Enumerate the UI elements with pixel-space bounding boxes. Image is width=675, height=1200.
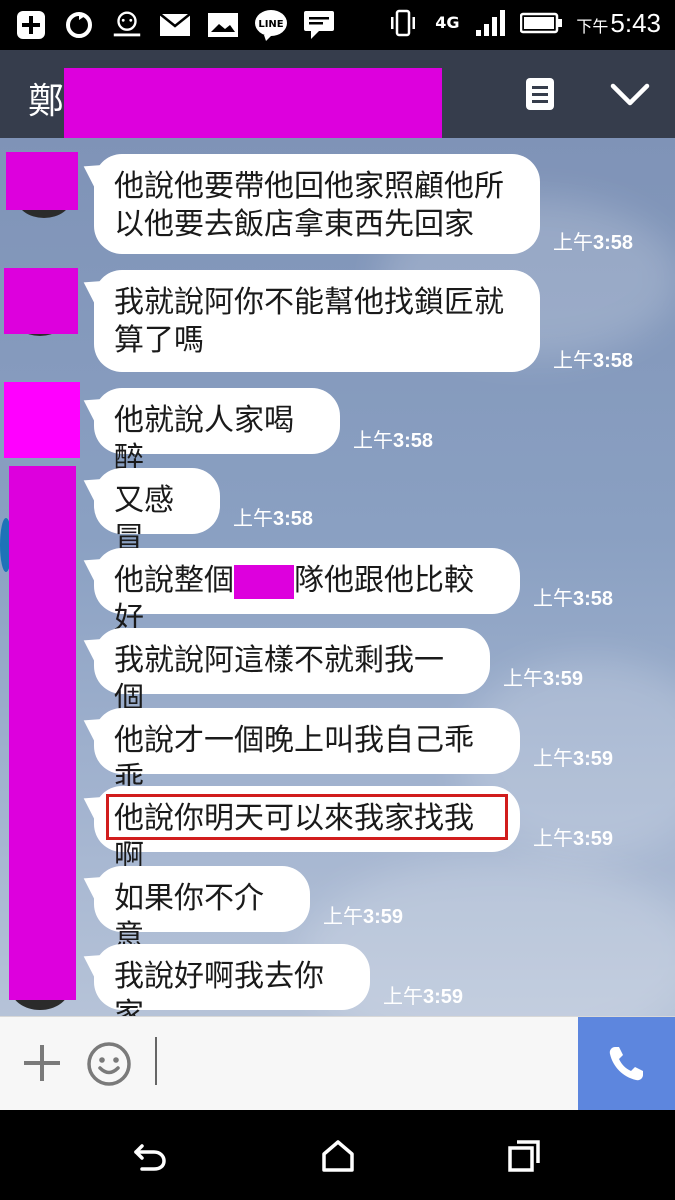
message-text-line: 我就說阿這樣不就剩我一個 [114,643,444,716]
text-input-caret[interactable] [155,1037,157,1085]
message-text-line: 我就說阿你不能幫他找鎖匠就 [114,285,504,320]
message-time: 上午3:58 [353,430,434,452]
avatar [4,382,80,458]
chat-title: 鄭 [28,81,65,122]
message-bubble[interactable]: 他就說人家喝醉 [94,388,340,476]
home-icon[interactable] [320,1138,356,1174]
system-icons: 4G 下午5:43 [386,6,661,40]
message-text-line: 他說他要帶他回他家照顧他所 [114,169,504,204]
message-text-line: 他就說人家喝醉 [114,403,294,476]
clock-period: 下午 [576,16,609,36]
vibrate-icon [386,6,420,40]
chat-icon [302,8,336,42]
message-time: 上午3:59 [503,668,584,690]
plus-icon [14,8,48,42]
message-bubble[interactable]: 他說他要帶他回他家照顧他所 以他要去飯店拿東西先回家 [94,154,540,254]
svg-text:LINE: LINE [258,19,283,30]
message-text-line: 又感冒 [114,483,174,556]
back-icon[interactable] [132,1138,168,1174]
message-time: 上午3:59 [533,828,614,850]
message-bubble[interactable]: 如果你不介意 [94,866,310,954]
message-bubble[interactable]: 我就說阿這樣不就剩我一個 [94,628,490,716]
sync-icon [62,8,96,42]
gomaji-icon [110,8,144,42]
chevron-down-icon[interactable] [610,80,650,110]
emoji-icon[interactable] [86,1041,132,1087]
message-time: 上午3:58 [553,350,634,372]
message-input-bar [0,1016,675,1111]
message-bubble[interactable]: 他說整個 隊他跟他比較好 [94,548,520,636]
message-bubble[interactable]: 我說好啊我去你家 [94,944,370,1016]
highlight-box [106,794,508,840]
avatar [6,152,78,210]
avatar [9,466,76,1000]
message-text-line: 我說好啊我去你家 [114,959,324,1016]
call-button[interactable] [578,1017,675,1111]
message-time: 上午3:59 [533,748,614,770]
battery-icon [520,6,564,40]
line-icon: LINE [254,8,288,42]
recent-apps-icon[interactable] [506,1138,542,1174]
status-bar: LINE 4G 下午5:43 [0,0,675,50]
notification-icons: LINE [14,8,336,42]
signal-icon [474,6,508,40]
menu-icon[interactable] [522,76,558,112]
message-bubble[interactable]: 我就說阿你不能幫他找鎖匠就 算了嗎 [94,270,540,372]
message-text-line: 以他要去飯店拿東西先回家 [114,207,474,242]
phone-icon [606,1044,646,1084]
plus-icon[interactable] [22,1043,62,1083]
message-text-line: 他說整個 隊他跟他比較好 [114,563,474,636]
message-time: 上午3:59 [323,906,404,928]
message-time: 上午3:59 [383,986,464,1008]
message-time: 上午3:58 [553,232,634,254]
message-bubble-highlighted[interactable]: 他說你明天可以來我家找我啊 [94,786,520,874]
message-bubble[interactable]: 他說才一個晚上叫我自己乖乖 [94,708,520,796]
mail-icon [158,8,192,42]
navigation-bar [0,1110,675,1200]
chat-area[interactable]: 他說他要帶他回他家照顧他所 以他要去飯店拿東西先回家 上午3:58 我就說阿你不… [0,138,675,1016]
clock-time: 5:43 [610,7,661,38]
message-bubble[interactable]: 又感冒 [94,468,220,556]
image-icon [206,8,240,42]
message-time: 上午3:58 [233,508,314,530]
chat-header: 鄭 [0,50,675,156]
network-type: 4G [435,13,460,32]
message-time: 上午3:58 [533,588,614,610]
message-text-line: 算了嗎 [114,323,204,358]
clock: 下午5:43 [576,8,661,39]
redacted-word [234,564,294,599]
avatar [4,268,78,334]
